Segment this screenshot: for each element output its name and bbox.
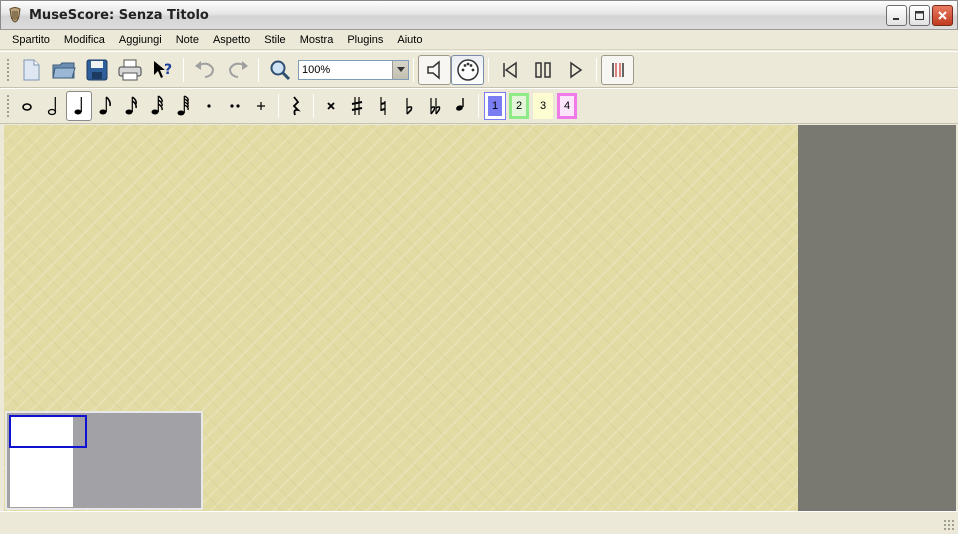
voice-2-button[interactable]: 2: [509, 93, 529, 119]
half-note-icon[interactable]: [40, 91, 66, 121]
resize-grip-icon[interactable]: [943, 519, 955, 531]
voice-1-label: 1: [491, 100, 499, 112]
file-toolbar: ? 100%: [0, 51, 958, 88]
double-dot-icon[interactable]: [222, 91, 248, 121]
redo-icon[interactable]: [221, 55, 254, 85]
undo-icon[interactable]: [188, 55, 221, 85]
navigator-panel[interactable]: [5, 411, 203, 510]
rest-icon[interactable]: [283, 91, 309, 121]
musescore-app-icon[interactable]: [7, 7, 23, 23]
sharp-icon[interactable]: [344, 91, 370, 121]
note-input-toolbar: 1 2 3 4: [0, 88, 958, 124]
toolbar-separator: [488, 57, 489, 82]
toolbar-separator: [278, 94, 279, 118]
menu-note[interactable]: Note: [169, 30, 206, 50]
canvas-background: [798, 125, 956, 511]
toolbar-separator: [413, 57, 414, 82]
toolbar-separator: [313, 94, 314, 118]
toolbar-grip[interactable]: [6, 57, 10, 82]
mute-speaker-icon[interactable]: [418, 54, 451, 85]
flip-stem-icon[interactable]: [448, 91, 474, 121]
repeat-toggle-icon[interactable]: [601, 54, 634, 85]
zoom-select[interactable]: 100%: [298, 59, 409, 80]
thirty-second-note-icon[interactable]: [144, 91, 170, 121]
new-file-icon[interactable]: [14, 55, 47, 85]
menu-plugins[interactable]: Plugins: [340, 30, 390, 50]
navigator-viewport[interactable]: [9, 415, 87, 448]
whats-this-help-icon[interactable]: ?: [146, 55, 179, 85]
save-icon[interactable]: [80, 55, 113, 85]
voice-4-button[interactable]: 4: [557, 93, 577, 119]
flat-icon[interactable]: [396, 91, 422, 121]
tie-plus-icon[interactable]: [248, 91, 274, 121]
whole-note-icon[interactable]: [14, 91, 40, 121]
natural-icon[interactable]: [370, 91, 396, 121]
voice-1-button[interactable]: 1: [484, 92, 506, 120]
dot-icon[interactable]: [196, 91, 222, 121]
double-sharp-icon[interactable]: [318, 91, 344, 121]
maximize-button[interactable]: [909, 5, 930, 26]
menu-mostra[interactable]: Mostra: [293, 30, 341, 50]
double-flat-icon[interactable]: [422, 91, 448, 121]
menu-bar: Spartito Modifica Aggiungi Note Aspetto …: [0, 30, 958, 50]
sixty-fourth-note-icon[interactable]: [170, 91, 196, 121]
menu-aggiungi[interactable]: Aggiungi: [112, 30, 169, 50]
menu-stile[interactable]: Stile: [257, 30, 292, 50]
sixteenth-note-icon[interactable]: [118, 91, 144, 121]
toolbar-separator: [596, 57, 597, 82]
rewind-icon[interactable]: [493, 55, 526, 85]
menu-aiuto[interactable]: Aiuto: [390, 30, 429, 50]
quarter-note-icon[interactable]: [66, 91, 92, 121]
voice-4-label: 4: [563, 100, 571, 112]
midi-input-icon[interactable]: [451, 54, 484, 85]
status-bar: [0, 511, 958, 534]
toolbar-separator: [183, 57, 184, 82]
voice-3-button[interactable]: 3: [533, 93, 553, 119]
menu-spartito[interactable]: Spartito: [5, 30, 57, 50]
toolbar-separator: [258, 57, 259, 82]
close-button[interactable]: [932, 5, 953, 26]
toolbar-grip[interactable]: [6, 94, 10, 118]
menu-modifica[interactable]: Modifica: [57, 30, 112, 50]
window-title: MuseScore: Senza Titolo: [29, 7, 209, 23]
play-icon[interactable]: [559, 55, 592, 85]
eighth-note-icon[interactable]: [92, 91, 118, 121]
minimize-button[interactable]: [886, 5, 907, 26]
pause-icon[interactable]: [526, 55, 559, 85]
toolbar-separator: [478, 94, 479, 118]
voice-3-label: 3: [539, 100, 547, 112]
zoom-magnifier-icon[interactable]: [263, 55, 296, 85]
voice-2-label: 2: [515, 100, 523, 112]
print-icon[interactable]: [113, 55, 146, 85]
title-bar: MuseScore: Senza Titolo: [0, 0, 958, 30]
zoom-value: 100%: [302, 63, 331, 76]
chevron-down-icon[interactable]: [392, 60, 408, 79]
svg-text:?: ?: [164, 62, 172, 78]
open-folder-icon[interactable]: [47, 55, 80, 85]
menu-aspetto[interactable]: Aspetto: [206, 30, 257, 50]
